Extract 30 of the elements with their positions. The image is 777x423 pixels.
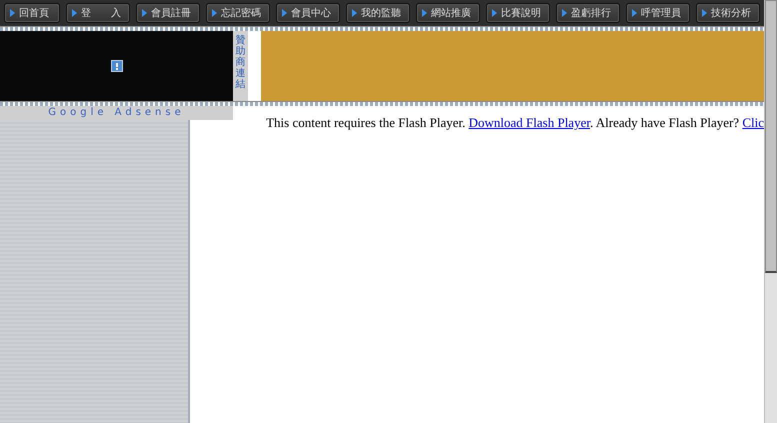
nav-button[interactable]: 呼管理員 <box>626 3 690 23</box>
nav-button[interactable]: 會員註冊 <box>136 3 200 23</box>
download-link[interactable]: Download Flash Player <box>468 115 590 130</box>
nav-button[interactable]: 回首頁 <box>4 3 60 23</box>
play-icon <box>702 9 707 17</box>
play-icon <box>10 9 15 17</box>
flash-notice: This content requires the Flash Player. Download Flash Player. Already have Flash Player? Clic <box>266 115 764 132</box>
nav-button[interactable]: 比賽說明 <box>486 3 550 23</box>
scrollbar-thumb[interactable] <box>765 0 777 273</box>
missing-plugin-icon <box>110 60 122 72</box>
play-icon <box>212 9 217 17</box>
play-icon <box>632 9 637 17</box>
play-icon <box>142 9 147 17</box>
sponsor-label: 贊助商連結 <box>236 35 246 92</box>
play-icon <box>422 9 427 17</box>
nav-button[interactable]: 忘記密碼 <box>206 3 270 23</box>
nav-button[interactable]: 會員中心 <box>276 3 340 23</box>
sidebar-title: Google Adsense <box>0 106 233 120</box>
play-icon <box>562 9 567 17</box>
click-link[interactable]: Clic <box>742 115 764 130</box>
nav-button[interactable]: 我的監聽 <box>346 3 410 23</box>
nav-button[interactable]: 技術分析 <box>696 3 760 23</box>
play-icon <box>282 9 287 17</box>
scrollbar[interactable] <box>764 0 777 423</box>
nav-button[interactable]: 網站推廣 <box>416 3 480 23</box>
play-icon <box>352 9 357 17</box>
nav-button[interactable]: 盈虧排行 <box>556 3 620 23</box>
nav-button[interactable]: 登 入 <box>66 3 130 23</box>
play-icon <box>72 9 77 17</box>
play-icon <box>492 9 497 17</box>
